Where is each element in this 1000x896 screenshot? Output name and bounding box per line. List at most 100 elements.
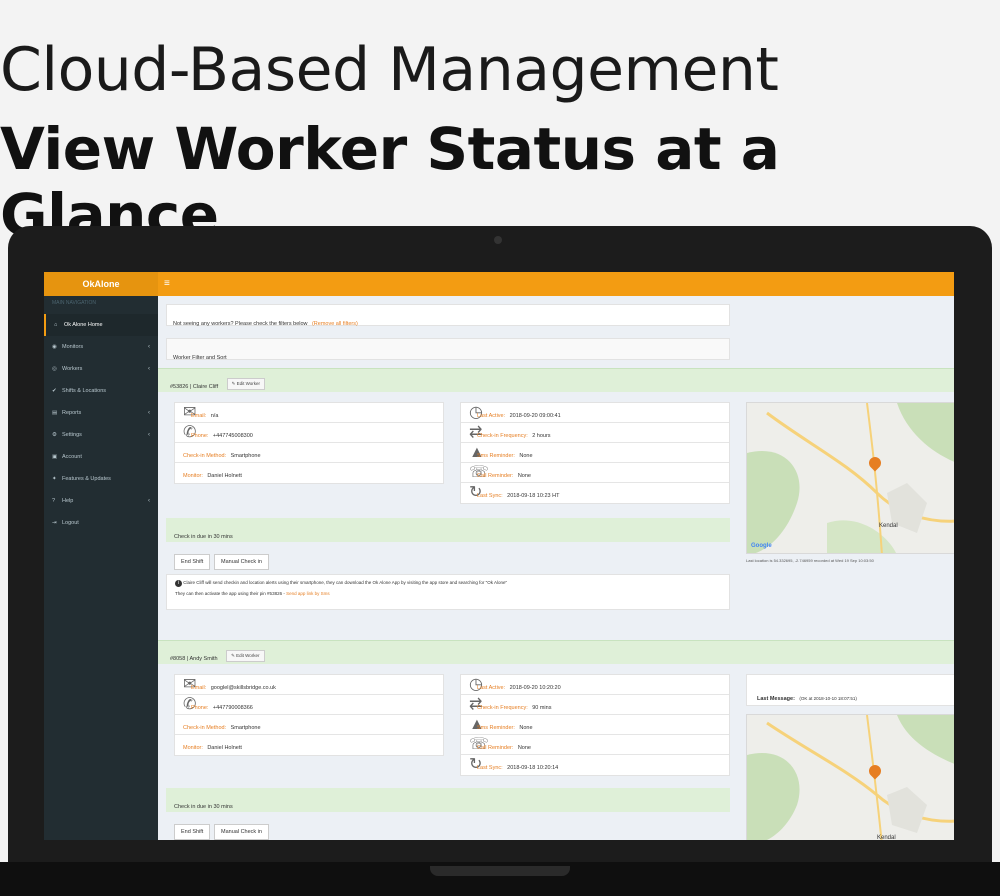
info-row-phone: ✆Phone: +447790008366 [175, 695, 443, 715]
app-screen: OkAlone ≡ MAIN NAVIGATION ⌂ Ok Alone Home… [44, 272, 954, 840]
sidebar-item-reports[interactable]: ▤ Reports ‹ [44, 402, 158, 424]
edit-worker-label: Edit Worker [236, 652, 260, 658]
sidebar-item-workers[interactable]: ◎ Workers ‹ [44, 358, 158, 380]
sidebar-item-monitors[interactable]: ◉ Monitors ‹ [44, 336, 158, 358]
edit-worker-button[interactable]: ✎ Edit Worker [226, 377, 266, 390]
sidebar-item-logout[interactable]: ⇥ Logout [44, 512, 158, 534]
sidebar-item-home[interactable]: ⌂ Ok Alone Home [44, 314, 158, 336]
info-label: Check-in Frequency: [477, 433, 528, 439]
location-map[interactable]: Kendal [746, 714, 954, 840]
info-label: Monitor: [183, 745, 203, 751]
worker-title: #53826 | Claire Cliff [170, 384, 219, 390]
end-shift-button[interactable]: End Shift [174, 554, 211, 570]
map-graphic [747, 715, 954, 840]
sidebar-item-help[interactable]: ? Help ‹ [44, 490, 158, 512]
info-value: None [517, 473, 531, 479]
info-value: 90 mins [532, 705, 552, 711]
call-icon: ☏ [469, 464, 490, 481]
info-row-monitor: Monitor: Daniel Holnett [175, 463, 443, 483]
info-value: 2018-09-18 10:20:14 [507, 765, 559, 771]
filter-label: Worker Filter and Sort [173, 355, 227, 361]
sidebar-item-settings[interactable]: ⚙ Settings ‹ [44, 424, 158, 446]
sidebar-item-label: Shifts & Locations [62, 388, 107, 394]
info-value: 2018-09-20 09:00:41 [509, 413, 561, 419]
info-value: Daniel Holnett [207, 473, 242, 479]
info-value: None [519, 453, 533, 459]
worker-header: #8058 | Andy Smith ✎ Edit Worker [158, 640, 954, 664]
edit-worker-button[interactable]: ✎ Edit Worker [226, 649, 265, 662]
phone-icon: ✆ [183, 696, 197, 713]
worker-title: #8058 | Andy Smith [170, 656, 218, 662]
info-value: googlel@skillsbridge.co.uk [210, 685, 276, 691]
hamburger-icon[interactable]: ≡ [164, 272, 170, 296]
info-label: Phone: [191, 705, 209, 711]
location-map[interactable]: Kendal Google [746, 402, 954, 554]
help-icon: ? [52, 498, 56, 504]
bell-icon: ▲ [469, 716, 485, 733]
home-icon: ⌂ [54, 322, 58, 328]
info-label: Email: [191, 685, 207, 691]
chart-icon: ▤ [52, 410, 58, 416]
headline-line-1: Cloud-Based Management [0, 35, 779, 105]
info-label: Call Reminder: [477, 473, 514, 479]
app-info-panel: i Claire Cliff will send checkin and loc… [166, 574, 730, 610]
clock-icon: ◷ [469, 404, 483, 421]
manual-checkin-button[interactable]: Manual Check in [214, 554, 269, 570]
info-value: None [519, 725, 533, 731]
sidebar-item-features[interactable]: ✦ Features & Updates [44, 468, 158, 490]
worker-info-left: ✉Email: googlel@skillsbridge.co.uk ✆Phon… [174, 674, 444, 756]
map-graphic [747, 403, 954, 553]
sync-icon: ↻ [469, 484, 483, 501]
worker-filter-panel[interactable]: Worker Filter and Sort [166, 338, 730, 361]
manual-checkin-button[interactable]: Manual Check in [214, 824, 269, 840]
last-message-panel: Last Message: (OK at 2018-10-10 18:07:51… [746, 674, 954, 706]
sidebar-item-label: Account [62, 454, 82, 460]
notice-text: Not seeing any workers? Please check the… [173, 321, 308, 327]
map-town-label: Kendal [879, 523, 898, 529]
check-icon: ✔ [52, 388, 57, 394]
info-label: Sms Reminder: [477, 453, 515, 459]
filter-notice: Not seeing any workers? Please check the… [166, 304, 730, 327]
envelope-icon: ✉ [183, 676, 197, 693]
webcam [494, 236, 502, 244]
info-row-sms: ▲Sms Reminder: None [461, 715, 729, 735]
bell-icon: ▲ [469, 444, 485, 461]
clock-icon: ◷ [469, 676, 483, 693]
info-label: Check-in Method: [183, 725, 227, 731]
info-row-sync: ↻Last Sync: 2018-09-18 10:20:14 [461, 755, 729, 775]
info-label: Call Reminder: [477, 745, 514, 751]
sidebar: MAIN NAVIGATION ⌂ Ok Alone Home ◉ Monitors… [44, 296, 158, 840]
sidebar-subtitle: MAIN NAVIGATION [52, 300, 96, 306]
sidebar-item-label: Settings [62, 432, 82, 438]
brand-logo[interactable]: OkAlone [44, 272, 158, 296]
remove-filters-link[interactable]: (Remove all filters) [312, 321, 358, 327]
info-value: Daniel Holnett [207, 745, 242, 751]
send-app-link[interactable]: Send app link by Sms [286, 591, 330, 596]
info-row-method: Check-in Method: Smartphone [175, 715, 443, 735]
info-label: Last Sync: [477, 765, 503, 771]
google-logo: Google [751, 543, 772, 549]
sidebar-item-label: Features & Updates [62, 476, 111, 482]
info-label: Email: [191, 413, 207, 419]
info-row-email: ✉Email: n/a [175, 403, 443, 423]
top-bar: OkAlone ≡ [44, 272, 954, 296]
info-value: +447790008366 [212, 705, 253, 711]
info-line-1: i Claire Cliff will send checkin and loc… [175, 580, 721, 587]
info-row-last-active: ◷Last Active: 2018-09-20 10:20:20 [461, 675, 729, 695]
info-row-call: ☏Call Reminder: None [461, 463, 729, 483]
frequency-icon: ⇄ [469, 696, 483, 713]
info-row-frequency: ⇄Check-in Frequency: 2 hours [461, 423, 729, 443]
end-shift-button[interactable]: End Shift [174, 824, 211, 840]
map-caption: Last location is 54.332695, -2.746959 re… [746, 558, 874, 563]
sidebar-item-label: Reports [62, 410, 82, 416]
info-value: 2 hours [532, 433, 551, 439]
info-label: Monitor: [183, 473, 203, 479]
phone-icon: ✆ [183, 424, 197, 441]
sidebar-item-account[interactable]: ▣ Account [44, 446, 158, 468]
sidebar-item-shifts[interactable]: ✔ Shifts & Locations [44, 380, 158, 402]
sidebar-item-label: Workers [62, 366, 83, 372]
info-value: 2018-09-18 10:23 HT [507, 493, 560, 499]
star-icon: ✦ [52, 476, 57, 482]
edit-worker-label: Edit Worker [236, 380, 261, 386]
main-content: Not seeing any workers? Please check the… [158, 296, 954, 840]
